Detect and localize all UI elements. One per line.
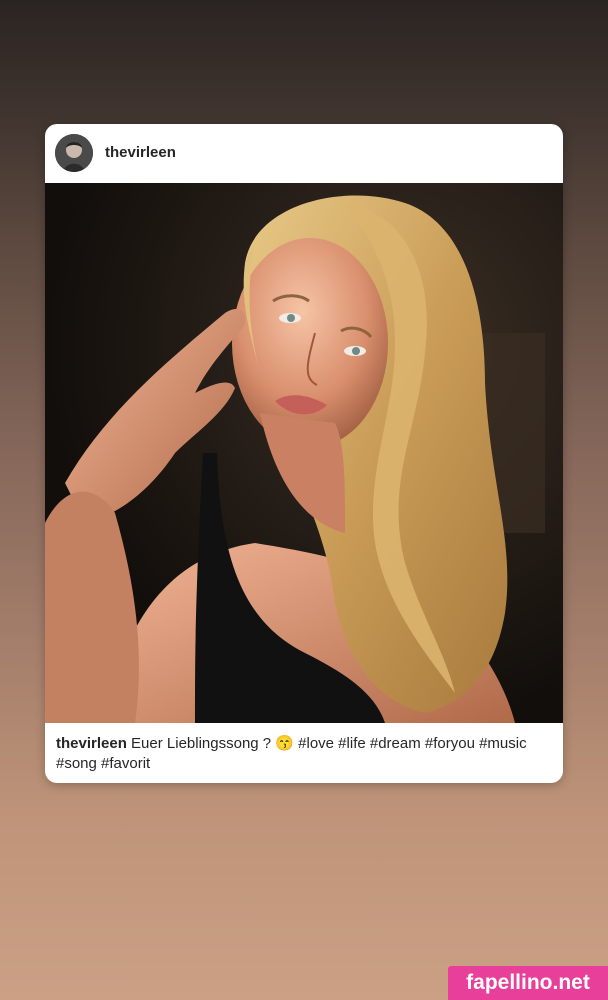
post-username[interactable]: thevirleen bbox=[105, 144, 176, 162]
avatar[interactable] bbox=[55, 134, 93, 172]
caption-text: Euer Lieblingssong ? 😙 #love #life #drea… bbox=[56, 735, 527, 772]
post-photo[interactable] bbox=[45, 183, 563, 723]
shared-post-card[interactable]: thevirleen thevirleen Euer Lieblingssong… bbox=[45, 124, 563, 783]
watermark-badge: fapellino.net bbox=[448, 966, 608, 1000]
post-header: thevirleen bbox=[45, 124, 563, 183]
post-caption: thevirleen Euer Lieblingssong ? 😙 #love … bbox=[56, 734, 556, 774]
caption-username[interactable]: thevirleen bbox=[56, 735, 127, 752]
